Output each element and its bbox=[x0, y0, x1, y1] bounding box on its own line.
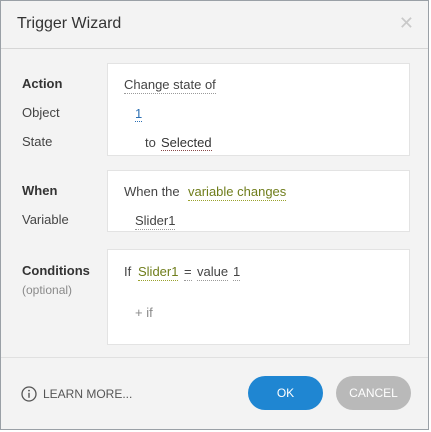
action-select[interactable]: Change state of bbox=[124, 77, 216, 94]
condition-operator-select[interactable]: = bbox=[184, 264, 192, 281]
when-label: When bbox=[22, 183, 58, 198]
object-select[interactable]: 1 bbox=[135, 106, 143, 122]
cancel-button[interactable]: CANCEL bbox=[336, 376, 411, 410]
action-label: Action bbox=[22, 76, 63, 91]
state-select[interactable]: Selected bbox=[161, 135, 212, 151]
object-label: Object bbox=[22, 105, 60, 120]
ok-button[interactable]: OK bbox=[248, 376, 323, 410]
learn-more-link[interactable]: LEARN MORE... bbox=[21, 386, 132, 402]
when-prefix: When the bbox=[124, 184, 180, 199]
condition-type-select[interactable]: value bbox=[197, 264, 229, 281]
action-panel: Change state of 1 to Selected bbox=[107, 63, 410, 156]
if-word: If bbox=[124, 264, 132, 279]
dialog-body: Action Object State Change state of 1 to… bbox=[1, 49, 428, 357]
optional-label: (optional) bbox=[22, 283, 73, 297]
info-icon bbox=[21, 386, 37, 402]
add-condition-button[interactable]: + if bbox=[135, 305, 153, 320]
variable-select[interactable]: Slider1 bbox=[135, 213, 176, 230]
condition-value-input[interactable]: 1 bbox=[233, 264, 241, 281]
trigger-wizard-dialog: Trigger Wizard ✕ Action Object State Cha… bbox=[0, 0, 429, 430]
condition-variable-select[interactable]: Slider1 bbox=[138, 264, 179, 281]
dialog-title: Trigger Wizard bbox=[17, 15, 122, 32]
state-label: State bbox=[22, 134, 53, 149]
state-prefix: to bbox=[145, 135, 156, 150]
variable-label: Variable bbox=[22, 212, 69, 227]
close-icon[interactable]: ✕ bbox=[399, 13, 414, 34]
conditions-label: Conditions bbox=[22, 263, 90, 278]
when-panel: When the variable changes Slider1 bbox=[107, 170, 410, 232]
title-bar: Trigger Wizard ✕ bbox=[1, 1, 428, 49]
dialog-footer: LEARN MORE... OK CANCEL bbox=[1, 357, 428, 429]
when-select[interactable]: variable changes bbox=[188, 184, 287, 201]
learn-more-label: LEARN MORE... bbox=[43, 387, 133, 401]
conditions-panel: If Slider1 = value 1 + if bbox=[107, 249, 410, 345]
